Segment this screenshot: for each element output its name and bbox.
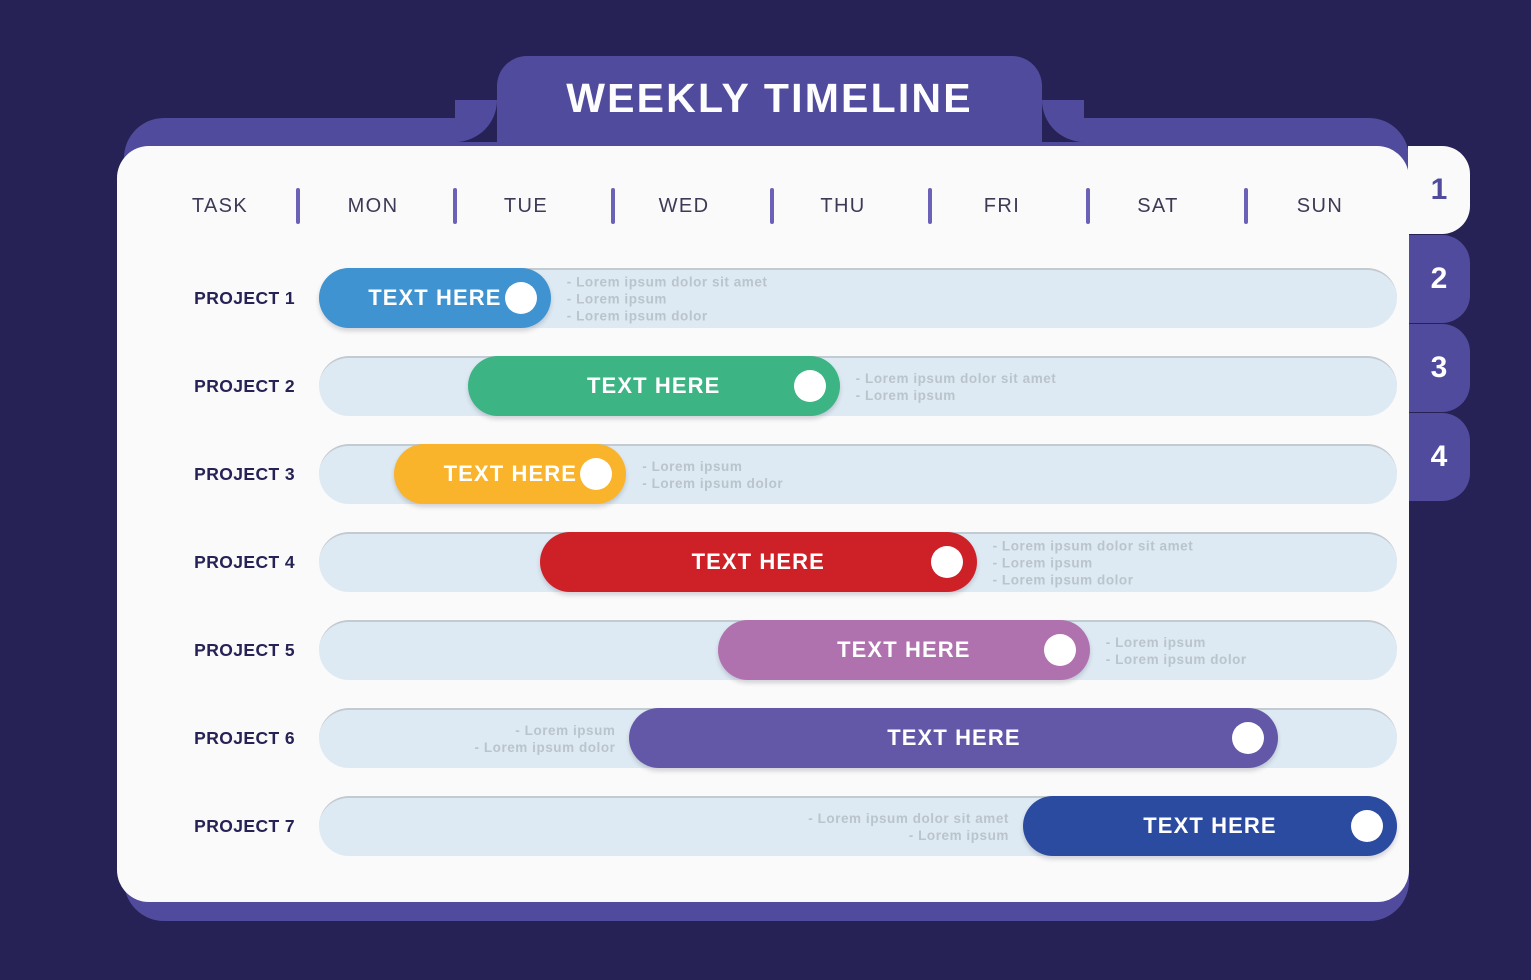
timeline-note-line: - Lorem ipsum	[908, 828, 1009, 843]
timeline-note-line: - Lorem ipsum dolor	[642, 476, 784, 491]
bar-end-handle-icon[interactable]	[793, 370, 826, 402]
bar-end-handle-icon[interactable]	[1232, 722, 1265, 754]
project-label: PROJECT 5	[194, 639, 295, 660]
column-separator-1	[296, 188, 300, 224]
timeline-bar[interactable]: TEXT HERE	[539, 532, 977, 592]
timeline-note-line: - Lorem ipsum dolor sit amet	[808, 811, 1009, 826]
timeline-note-block: - Lorem ipsum dolor sit amet - Lorem ipsu…	[567, 274, 768, 325]
timeline-note-block: - Lorem ipsum - Lorem ipsum dolor	[642, 458, 783, 492]
timeline-bar-label: TEXT HERE	[443, 461, 578, 486]
timeline-track: TEXT HERE - Lorem ipsum - Lorem ipsum dolo…	[319, 444, 1397, 504]
bar-end-handle-icon[interactable]	[1043, 634, 1076, 666]
timeline-note-line: - Lorem ipsum dolor	[474, 740, 616, 755]
side-tab-3[interactable]: 3	[1408, 324, 1470, 412]
timeline-note-block: - Lorem ipsum dolor sit amet - Lorem ipsu…	[808, 810, 1009, 844]
timeline-note-block: - Lorem ipsum - Lorem ipsum dolor	[1106, 634, 1247, 668]
timeline-bar[interactable]: TEXT HERE	[319, 268, 551, 328]
timeline-bar-label: TEXT HERE	[587, 373, 721, 398]
timeline-row: PROJECT 3 TEXT HERE - Lorem ipsum - Lorem i…	[117, 430, 1409, 518]
bar-end-handle-icon[interactable]	[930, 546, 963, 578]
side-tab-4[interactable]: 4	[1408, 413, 1470, 501]
side-tab-2[interactable]: 2	[1408, 235, 1470, 323]
timeline-bar[interactable]: TEXT HERE	[394, 444, 627, 504]
title-tab-notch-right	[1042, 100, 1084, 142]
timeline-bar-label: TEXT HERE	[368, 285, 502, 310]
timeline-row: PROJECT 1 TEXT HERE - Lorem ipsum dolor si…	[117, 254, 1409, 342]
side-tab-label: 1	[1430, 173, 1448, 206]
side-tab-1[interactable]: 1	[1408, 146, 1470, 234]
timeline-track: TEXT HERE - Lorem ipsum dolor sit amet - L…	[319, 356, 1397, 416]
column-header-fri: FRI	[983, 194, 1021, 217]
timeline-bar[interactable]: TEXT HERE	[629, 708, 1279, 768]
timeline-note-block: - Lorem ipsum dolor sit amet - Lorem ipsu…	[993, 538, 1194, 589]
timeline-note-line: - Lorem ipsum	[855, 388, 956, 403]
side-tab-label: 4	[1430, 440, 1448, 473]
timeline-bar[interactable]: TEXT HERE	[467, 356, 840, 416]
timeline-note-line: - Lorem ipsum	[566, 291, 667, 307]
timeline-row: PROJECT 7 TEXT HERE - Lorem ipsum dolor si…	[117, 782, 1409, 870]
bar-end-handle-icon[interactable]	[1350, 810, 1383, 842]
timeline-note-line: - Lorem ipsum dolor	[992, 572, 1134, 588]
project-label: PROJECT 4	[194, 551, 295, 572]
timeline-row: PROJECT 4 TEXT HERE - Lorem ipsum dolor si…	[117, 518, 1409, 606]
timeline-row: PROJECT 2 TEXT HERE - Lorem ipsum dolor si…	[117, 342, 1409, 430]
timeline-bar[interactable]: TEXT HERE	[717, 620, 1090, 680]
side-tab-label: 2	[1430, 262, 1448, 295]
timeline-row: PROJECT 5 TEXT HERE - Lorem ipsum - Lorem i…	[117, 606, 1409, 694]
title-tab: WEEKLY TIMELINE	[497, 56, 1042, 140]
timeline-note-line: - Lorem ipsum dolor sit amet	[855, 371, 1057, 386]
column-header-thu: THU	[820, 194, 866, 217]
column-separator-2	[453, 188, 457, 224]
project-label: PROJECT 2	[194, 375, 295, 396]
column-separator-5	[928, 188, 932, 224]
timeline-note-line: - Lorem ipsum dolor sit amet	[566, 274, 768, 290]
side-tab-label: 3	[1430, 351, 1448, 384]
column-header-task: TASK	[191, 194, 249, 217]
timeline-note-line: - Lorem ipsum	[992, 555, 1093, 571]
column-header-wed: WED	[658, 194, 710, 217]
column-header-tue: TUE	[503, 194, 549, 217]
project-label: PROJECT 1	[194, 287, 295, 308]
column-header-sat: SAT	[1137, 194, 1179, 217]
timeline-bar-label: TEXT HERE	[1143, 813, 1277, 838]
column-header-row: TASK MON TUE WED THU FRI SAT SUN	[117, 168, 1409, 244]
timeline-bar[interactable]: TEXT HERE	[1022, 796, 1397, 856]
timeline-note-line: - Lorem ipsum	[642, 459, 743, 474]
timeline-note-line: - Lorem ipsum dolor	[1105, 652, 1247, 667]
timeline-rows: PROJECT 1 TEXT HERE - Lorem ipsum dolor si…	[117, 254, 1409, 870]
column-separator-4	[770, 188, 774, 224]
bar-end-handle-icon[interactable]	[580, 458, 613, 490]
timeline-row: PROJECT 6 TEXT HERE - Lorem ipsum - Lorem i…	[117, 694, 1409, 782]
title-tab-notch-left	[455, 100, 497, 142]
bar-end-handle-icon[interactable]	[504, 282, 537, 314]
timeline-note-line: - Lorem ipsum	[1105, 635, 1206, 650]
project-label: PROJECT 3	[194, 463, 295, 484]
column-separator-6	[1086, 188, 1090, 224]
timeline-note-line: - Lorem ipsum	[515, 723, 616, 738]
timeline-track: TEXT HERE - Lorem ipsum dolor sit amet - L…	[319, 796, 1397, 856]
page-title: WEEKLY TIMELINE	[566, 74, 973, 121]
timeline-track: TEXT HERE - Lorem ipsum - Lorem ipsum dolo…	[319, 620, 1397, 680]
project-label: PROJECT 6	[194, 727, 295, 748]
timeline-track: TEXT HERE - Lorem ipsum - Lorem ipsum dolo…	[319, 708, 1397, 768]
timeline-note-block: - Lorem ipsum - Lorem ipsum dolor	[475, 722, 616, 756]
column-header-sun: SUN	[1296, 194, 1344, 217]
timeline-track: TEXT HERE - Lorem ipsum dolor sit amet - L…	[319, 532, 1397, 592]
timeline-bar-label: TEXT HERE	[837, 637, 971, 662]
timeline-bar-label: TEXT HERE	[887, 725, 1021, 750]
timeline-card: TASK MON TUE WED THU FRI SAT SUN PROJECT 1 TEXT …	[117, 146, 1409, 902]
timeline-bar-label: TEXT HERE	[691, 549, 825, 574]
timeline-note-line: - Lorem ipsum dolor	[566, 308, 708, 324]
column-header-mon: MON	[347, 194, 399, 217]
side-tab-list: 1 2 3 4	[1408, 146, 1470, 502]
column-separator-3	[611, 188, 615, 224]
timeline-track: TEXT HERE - Lorem ipsum dolor sit amet - L…	[319, 268, 1397, 328]
column-separator-7	[1244, 188, 1248, 224]
timeline-note-block: - Lorem ipsum dolor sit amet - Lorem ipsu…	[856, 370, 1057, 404]
project-label: PROJECT 7	[194, 815, 295, 836]
timeline-note-line: - Lorem ipsum dolor sit amet	[992, 538, 1194, 554]
